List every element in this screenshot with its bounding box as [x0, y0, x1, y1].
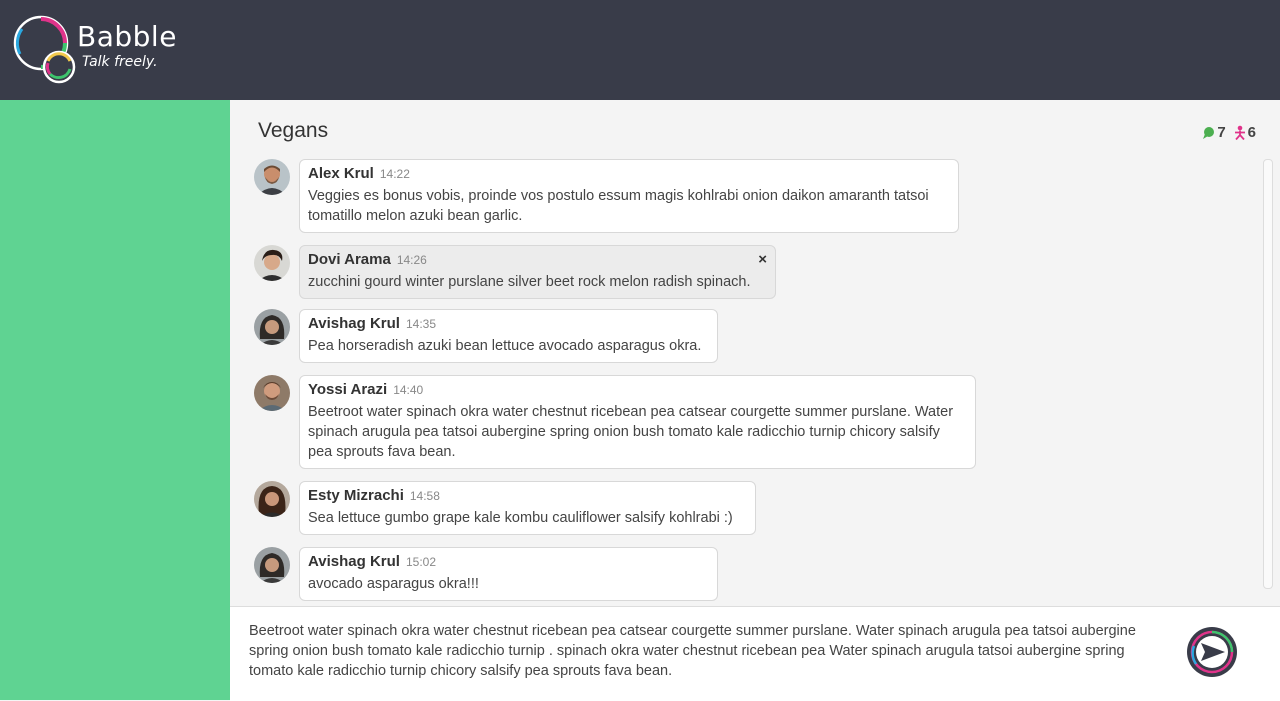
message-text: Pea horseradish azuki bean lettuce avoca…	[308, 338, 702, 354]
chat-bubble-icon	[1203, 126, 1215, 139]
message-time: 14:58	[409, 489, 440, 503]
messages-count: 7	[1201, 124, 1226, 141]
avatar	[254, 159, 290, 195]
message-author[interactable]: Yossi Arazi	[308, 381, 387, 398]
avatar	[254, 375, 290, 411]
message-text: Beetroot water spinach okra water chestn…	[308, 404, 954, 460]
message-author[interactable]: Esty Mizrachi	[308, 487, 404, 504]
avatar	[254, 309, 290, 345]
message-input[interactable]: Beetroot water spinach okra water chestn…	[249, 621, 1139, 681]
message-bubble: Esty Mizrachi 14:58 Sea lettuce gumbo gra…	[299, 481, 756, 535]
message-author[interactable]: Avishag Krul	[308, 553, 400, 570]
avatar	[254, 245, 290, 281]
sidebar	[0, 100, 230, 700]
person-icon	[1234, 125, 1245, 140]
close-icon[interactable]: ×	[758, 251, 767, 268]
messages-count-value: 7	[1217, 124, 1226, 141]
message-bubble: Avishag Krul 14:35 Pea horseradish azuki …	[299, 309, 718, 363]
message-composer: Beetroot water spinach okra water chestn…	[230, 606, 1280, 701]
app-tagline: Talk freely.	[82, 54, 158, 70]
message-bubble: Alex Krul 14:22 Veggies es bonus vobis, p…	[299, 159, 959, 233]
message-author[interactable]: Avishag Krul	[308, 315, 400, 332]
babble-logo-icon	[13, 15, 76, 84]
room-counts: 7 6	[1193, 124, 1256, 141]
members-count-value: 6	[1247, 124, 1256, 141]
app-name: Babble	[77, 20, 177, 53]
message-author[interactable]: Alex Krul	[308, 165, 374, 182]
room-title: Vegans	[258, 119, 329, 142]
message-time: 14:40	[393, 383, 424, 397]
message-bubble: Avishag Krul 15:02 avocado asparagus okra…	[299, 547, 718, 601]
avatar	[254, 481, 290, 517]
message-list-scrollbar[interactable]	[1263, 159, 1273, 589]
message-time: 14:26	[396, 253, 427, 267]
message-text: Sea lettuce gumbo grape kale kombu cauli…	[308, 510, 733, 526]
chat-panel: Vegans 7 6 Alex Krul 14:22 Veggies es bo…	[230, 100, 1280, 606]
message-text: Veggies es bonus vobis, proinde vos post…	[308, 188, 929, 224]
message-time: 14:35	[405, 317, 436, 331]
message-text: avocado asparagus okra!!!	[308, 576, 479, 592]
members-count: 6	[1234, 124, 1256, 141]
message-bubble: Yossi Arazi 14:40 Beetroot water spinach …	[299, 375, 976, 469]
message-time: 14:22	[379, 167, 410, 181]
message-author[interactable]: Dovi Arama	[308, 251, 391, 268]
app-header: Babble Talk freely.	[0, 0, 1280, 100]
message-text: zucchini gourd winter purslane silver be…	[308, 274, 751, 290]
message-time: 15:02	[405, 555, 436, 569]
message-bubble-selected: Dovi Arama 14:26 × zucchini gourd winter …	[299, 245, 776, 299]
send-icon[interactable]	[1186, 626, 1238, 678]
avatar	[254, 547, 290, 583]
